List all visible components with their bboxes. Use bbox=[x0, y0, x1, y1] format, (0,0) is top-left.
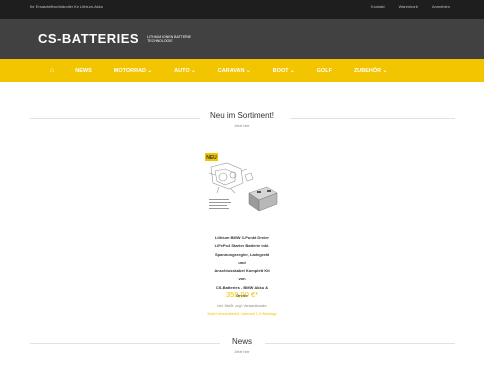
new-badge-label: NEU bbox=[206, 155, 217, 161]
section-title-news: News bbox=[231, 337, 252, 346]
caption-lines-icon bbox=[209, 199, 231, 209]
main-navigation: ⌂ NEWS MOTORRAD ⌄ AUTO ⌄ CARAVAN ⌄ BOOT … bbox=[0, 59, 484, 82]
nav-item-golf[interactable]: GOLF bbox=[317, 68, 332, 74]
topbar-link-anmelden[interactable]: Anmelden bbox=[432, 4, 450, 9]
nav-item-boot[interactable]: BOOT ⌄ bbox=[273, 68, 295, 74]
topbar-link-warenkorb[interactable]: Warenkorb bbox=[399, 4, 418, 9]
topbar-links: Kontakt Warenkorb Anmelden bbox=[371, 4, 450, 9]
nav-item-caravan[interactable]: CARAVAN ⌄ bbox=[218, 68, 251, 74]
section-subtitle-sortiment: Jetzt hier bbox=[234, 124, 250, 128]
product-title-line: Spannungsregler, Ladegerät und bbox=[214, 251, 269, 265]
site-header: CS-BATTERIES LITHIUM IONEN BATTERIE TECH… bbox=[0, 19, 484, 59]
product-title-line: LiFePo4 Starter Batterie inkl. bbox=[214, 243, 270, 249]
home-icon[interactable]: ⌂ bbox=[50, 67, 54, 74]
nav-item-auto[interactable]: AUTO ⌄ bbox=[174, 68, 196, 74]
product-price: 359,00 €* bbox=[225, 290, 259, 299]
product-title-line: Lithium BMW 3-Punkt Dreier bbox=[214, 235, 269, 240]
topbar-notice: Ihr Ersatzteilfachhändler für Lithium-Ak… bbox=[30, 4, 104, 9]
site-logo[interactable]: CS-BATTERIES LITHIUM IONEN BATTERIE TECH… bbox=[38, 31, 195, 46]
tax-note: inkl. MwSt. zzgl. Versandkosten bbox=[217, 304, 267, 308]
topbar: Ihr Ersatzteilfachhändler für Lithium-Ak… bbox=[0, 0, 484, 19]
topbar-link-kontakt[interactable]: Kontakt bbox=[371, 4, 385, 9]
battery-box-icon bbox=[248, 186, 278, 212]
section-title-sortiment: Neu im Sortiment! bbox=[209, 111, 275, 120]
shipping-note: Sofort versandbereit, Lieferzeit 1-3 Wer… bbox=[207, 312, 277, 316]
nav-item-news[interactable]: NEWS bbox=[75, 68, 92, 74]
product-image[interactable]: NEU bbox=[205, 153, 280, 223]
section-subtitle-news: Jetzt hier bbox=[234, 350, 250, 354]
logo-tagline: LITHIUM IONEN BATTERIE TECHNOLOGIE bbox=[147, 34, 191, 43]
nav-item-zubehoer[interactable]: ZUBEHÖR ⌄ bbox=[354, 68, 387, 74]
logo-text: CS-BATTERIES bbox=[38, 31, 140, 46]
engine-drawing-icon bbox=[208, 162, 254, 194]
page: Ihr Ersatzteilfachhändler für Lithium-Ak… bbox=[0, 0, 484, 367]
product-title-line: Anschlusskabel Komplett Kit von bbox=[214, 268, 270, 282]
nav-item-motorrad[interactable]: MOTORRAD ⌄ bbox=[114, 68, 152, 74]
